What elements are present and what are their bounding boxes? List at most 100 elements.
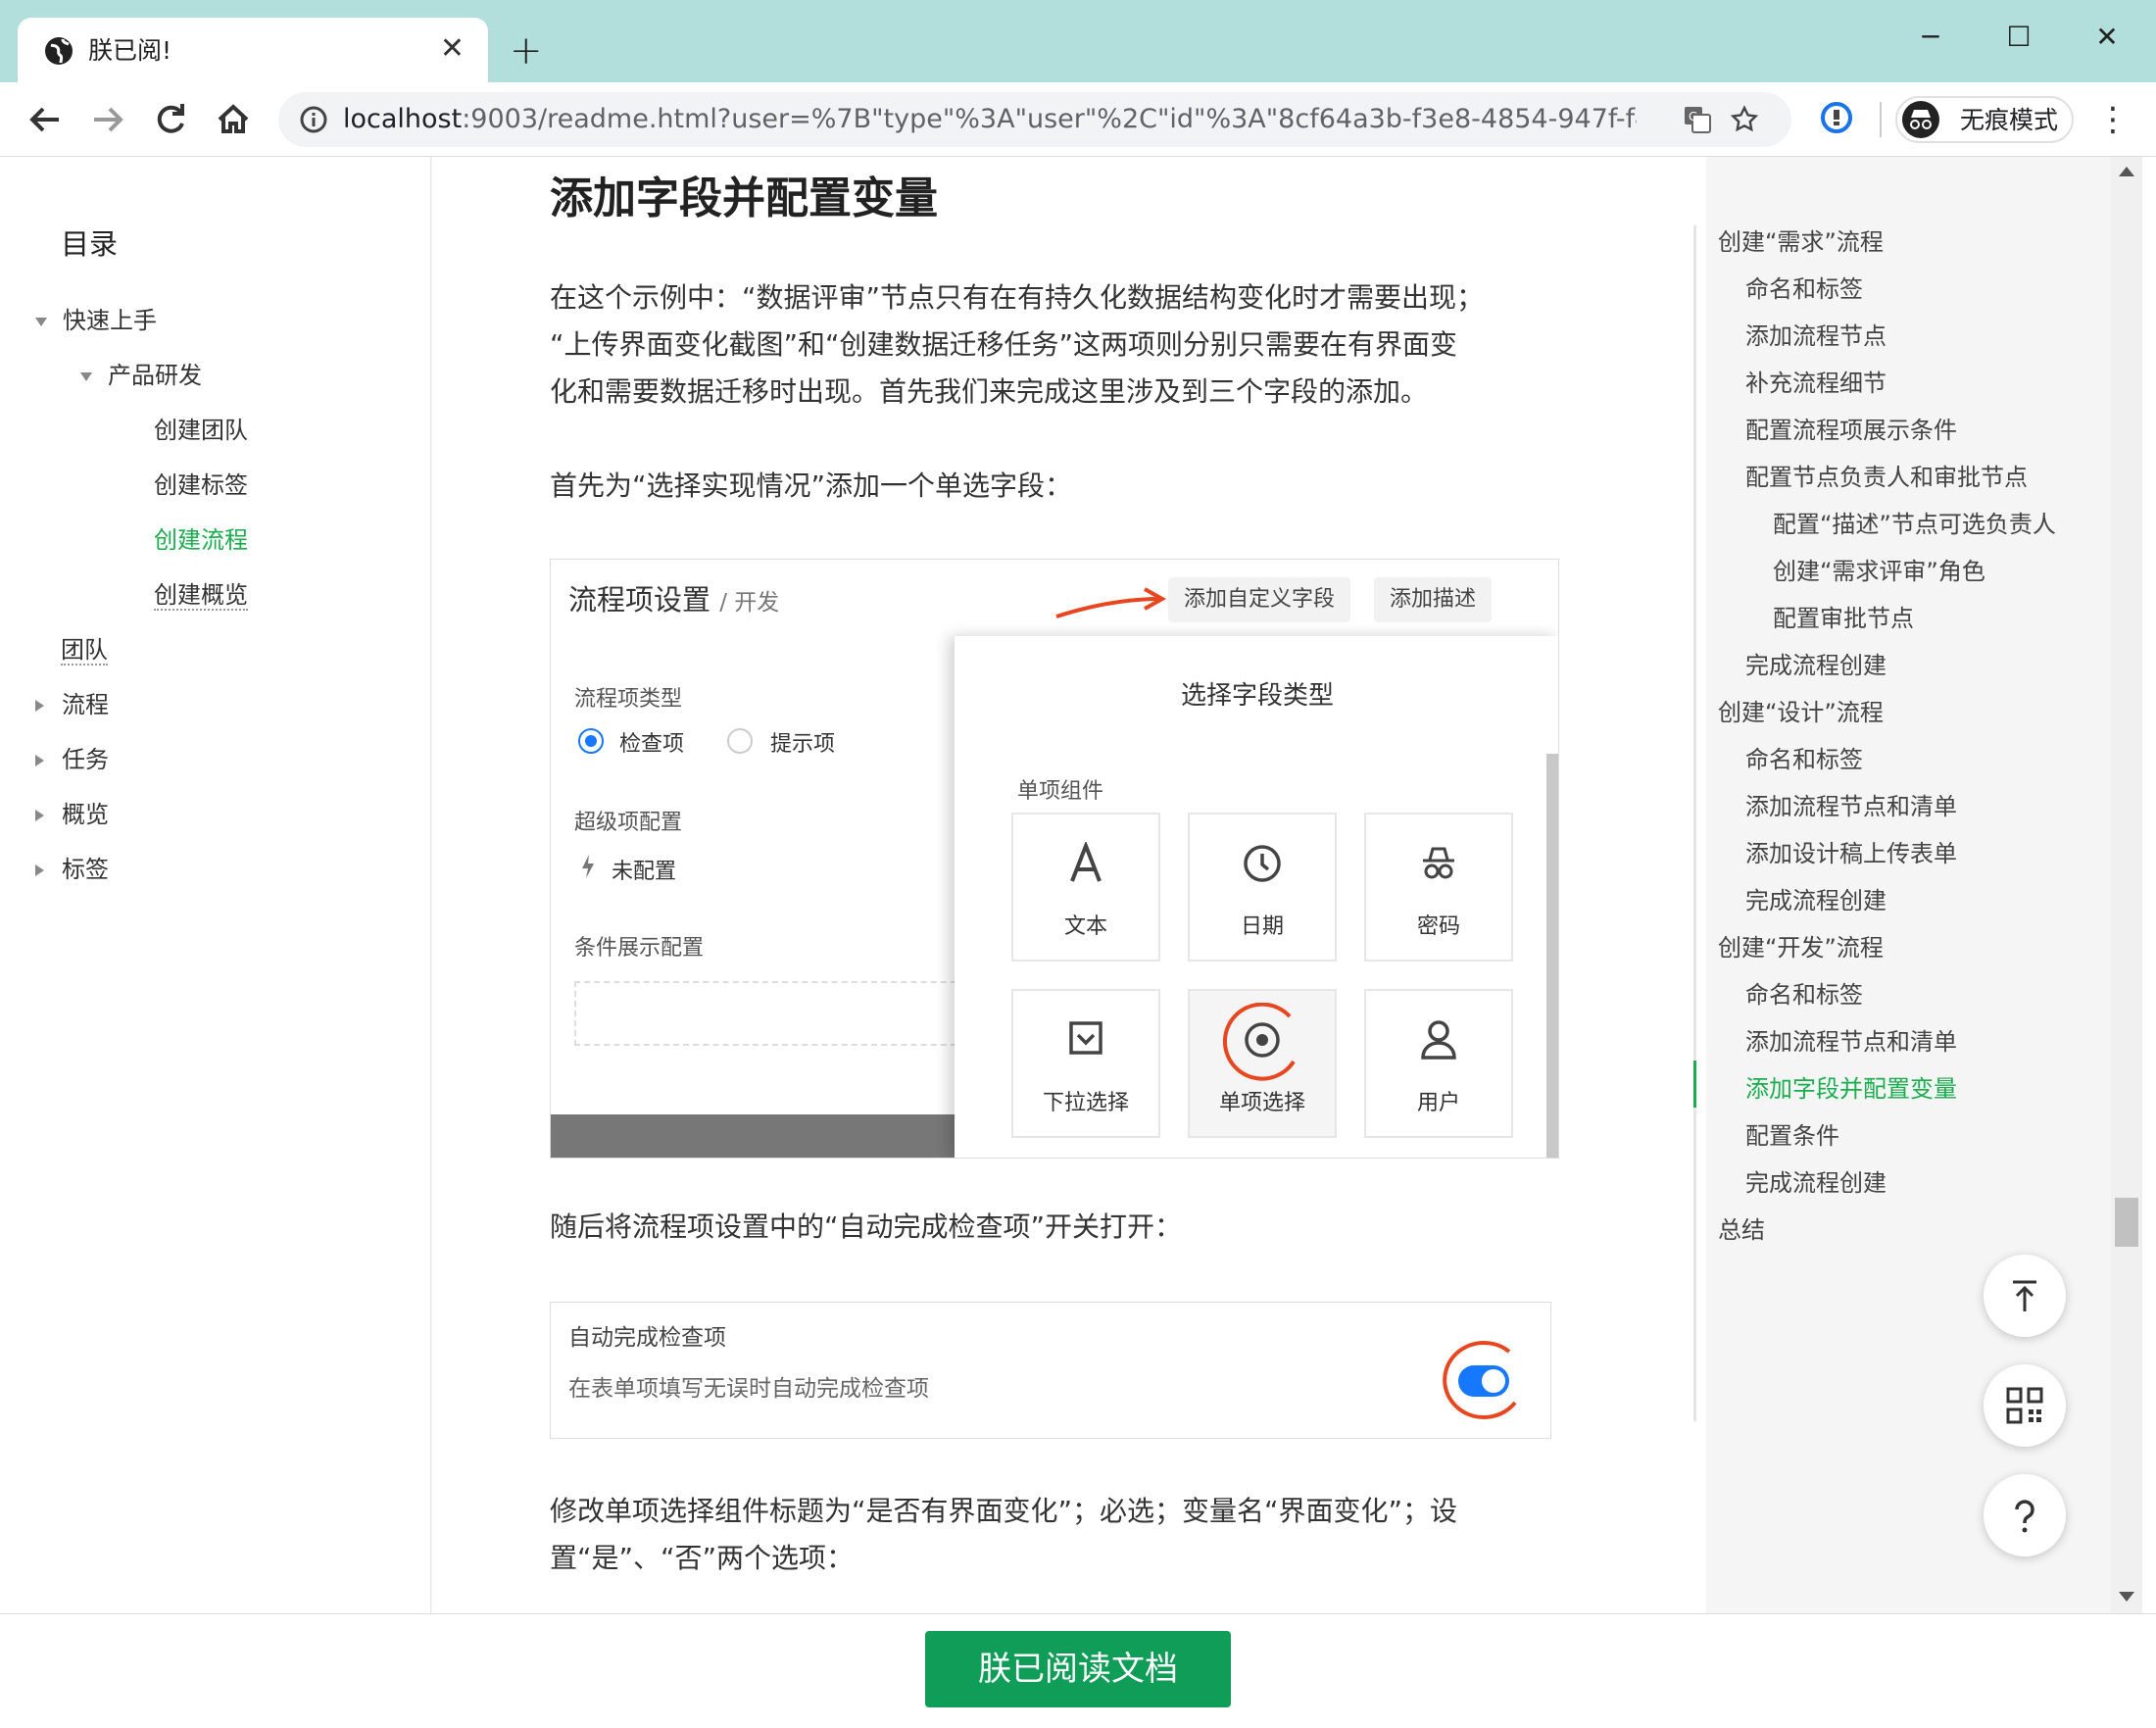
radio-tip-label: 提示项 xyxy=(770,732,836,757)
toc-item[interactable]: 创建“需求评审”角色 xyxy=(1773,555,1985,588)
close-tab-icon[interactable]: ✕ xyxy=(440,31,465,67)
tile-dropdown[interactable]: 下拉选择 xyxy=(1011,989,1160,1138)
auto-complete-screenshot: 自动完成检查项 在表单项填写无误时自动完成检查项 xyxy=(550,1302,1551,1439)
maximize-button[interactable]: ☐ xyxy=(1999,18,2038,57)
more-menu-button[interactable]: ⋮ xyxy=(2095,98,2131,141)
caret-right-icon xyxy=(35,864,44,876)
toc-item[interactable]: 补充流程细节 xyxy=(1745,367,1886,400)
radio-check-label: 检查项 xyxy=(619,732,685,757)
translate-icon[interactable]: G xyxy=(1682,104,1713,135)
sidebar-item-create-flow[interactable]: 创建流程 xyxy=(154,523,248,557)
toc-item[interactable]: 创建“需求”流程 xyxy=(1718,225,1884,259)
sidebar-item-overview[interactable]: 概览 xyxy=(35,798,109,831)
sidebar-item-flow[interactable]: 流程 xyxy=(35,688,109,721)
toc-item-active[interactable]: 添加字段并配置变量 xyxy=(1745,1072,1957,1106)
info-icon[interactable] xyxy=(298,104,329,135)
section-heading: 添加字段并配置变量 xyxy=(550,173,938,223)
annotation-circle xyxy=(1443,1341,1517,1419)
extension-icon[interactable] xyxy=(1817,98,1856,137)
close-window-button[interactable]: ✕ xyxy=(2087,18,2127,57)
toc-item[interactable]: 完成流程创建 xyxy=(1745,1166,1886,1200)
reload-button[interactable] xyxy=(147,96,194,143)
field-type-screenshot: 流程项设置 / 开发 添加自定义字段 添加描述 流程项类型 检查项 提示项 超级… xyxy=(550,559,1559,1159)
help-button[interactable] xyxy=(1984,1474,2066,1556)
toc-item[interactable]: 添加流程节点 xyxy=(1745,320,1886,353)
browser-tab[interactable]: 朕已阅! ✕ xyxy=(18,18,488,82)
tile-password[interactable]: 密码 xyxy=(1364,813,1513,962)
toc-item[interactable]: 命名和标签 xyxy=(1745,272,1863,306)
arrow-right-icon xyxy=(94,107,123,132)
home-button[interactable] xyxy=(210,96,257,143)
tile-user[interactable]: 用户 xyxy=(1364,989,1513,1138)
page-scrollbar-thumb[interactable] xyxy=(2115,1198,2138,1247)
back-to-top-button[interactable] xyxy=(1984,1255,2066,1337)
tile-single-choice[interactable]: 单项选择 xyxy=(1188,989,1337,1138)
back-button[interactable] xyxy=(22,96,69,143)
auto-complete-title: 自动完成检查项 xyxy=(568,1325,726,1351)
reload-icon xyxy=(157,104,184,133)
toc-item[interactable]: 配置条件 xyxy=(1745,1119,1839,1153)
toc-item[interactable]: 配置“描述”节点可选负责人 xyxy=(1773,508,2056,541)
svg-text:G: G xyxy=(1689,110,1697,123)
add-description-button[interactable]: 添加描述 xyxy=(1374,577,1493,622)
toc-item[interactable]: 命名和标签 xyxy=(1745,978,1863,1012)
add-custom-field-button[interactable]: 添加自定义字段 xyxy=(1168,577,1351,622)
sidebar-item-task[interactable]: 任务 xyxy=(35,743,109,776)
toc-item[interactable]: 添加流程节点和清单 xyxy=(1745,1025,1957,1059)
tab-title: 朕已阅! xyxy=(88,36,172,65)
toc-item[interactable]: 创建“设计”流程 xyxy=(1718,696,1884,729)
condition-dropzone[interactable] xyxy=(574,981,966,1046)
step2-paragraph: 随后将流程项设置中的“自动完成检查项”开关打开： xyxy=(550,1210,1183,1243)
super-config-label: 超级项配置 xyxy=(574,811,683,835)
popup-scrollbar[interactable] xyxy=(1546,754,1558,1158)
toc-item[interactable]: 配置节点负责人和审批节点 xyxy=(1745,461,2028,494)
step1-paragraph: 首先为“选择实现情况”添加一个单选字段： xyxy=(550,469,1073,502)
sidebar-item-create-overview[interactable]: 创建概览 xyxy=(154,578,248,612)
radio-check-item[interactable] xyxy=(578,728,604,754)
incognito-badge[interactable]: 无痕模式 xyxy=(1895,96,2074,143)
sidebar-item-create-team[interactable]: 创建团队 xyxy=(154,414,248,447)
scroll-down-arrow-icon[interactable] xyxy=(2119,1592,2134,1602)
read-confirm-button[interactable]: 朕已阅读文档 xyxy=(925,1631,1231,1707)
minimize-button[interactable]: ─ xyxy=(1911,18,1950,57)
sidebar-item-create-tag[interactable]: 创建标签 xyxy=(154,469,248,502)
sidebar-title: 目录 xyxy=(61,227,119,261)
address-bar[interactable]: localhost:9003/readme.html?user=%7B"type… xyxy=(278,92,1791,147)
forward-button[interactable] xyxy=(84,96,131,143)
toc-item[interactable]: 命名和标签 xyxy=(1745,743,1863,776)
dropdown-icon xyxy=(1069,1021,1102,1055)
tile-date[interactable]: 日期 xyxy=(1188,813,1337,962)
toc-item[interactable]: 完成流程创建 xyxy=(1745,649,1886,682)
new-tab-button[interactable]: + xyxy=(510,29,543,73)
sidebar-item-tag[interactable]: 标签 xyxy=(35,853,109,886)
incognito-icon xyxy=(1902,101,1939,138)
sidebar-item-quickstart[interactable]: 快速上手 xyxy=(35,304,157,337)
toc-item[interactable]: 添加流程节点和清单 xyxy=(1745,790,1957,823)
toc-item[interactable]: 配置流程项展示条件 xyxy=(1745,414,1957,447)
doc-content: 添加字段并配置变量 在这个示例中：“数据评审”节点只有在有持久化数据结构变化时才… xyxy=(432,157,1706,1613)
sidebar-item-team[interactable]: 团队 xyxy=(61,633,108,667)
toc-item[interactable]: 配置审批节点 xyxy=(1773,602,1914,635)
home-icon xyxy=(218,104,249,133)
fig-title: 流程项设置 / 开发 xyxy=(568,583,780,617)
toc-item[interactable]: 添加设计稿上传表单 xyxy=(1745,837,1957,870)
toc-item[interactable]: 完成流程创建 xyxy=(1745,884,1886,917)
star-icon[interactable] xyxy=(1729,104,1760,135)
caret-down-icon xyxy=(35,317,47,326)
radio-tip-item[interactable] xyxy=(727,728,753,754)
toc-item[interactable]: 创建“开发”流程 xyxy=(1718,931,1884,964)
question-icon xyxy=(2015,1500,2034,1533)
toolbar-divider xyxy=(1880,102,1882,137)
incognito-label: 无痕模式 xyxy=(1960,106,2059,134)
toc-item[interactable]: 总结 xyxy=(1718,1213,1765,1247)
sidebar-item-product-dev[interactable]: 产品研发 xyxy=(80,359,202,392)
url-text[interactable]: localhost:9003/readme.html?user=%7B"type… xyxy=(343,102,1637,137)
page-scrollbar[interactable] xyxy=(2111,157,2142,1613)
user-icon xyxy=(1421,1020,1456,1060)
qr-code-icon xyxy=(2006,1387,2043,1424)
scroll-up-arrow-icon[interactable] xyxy=(2119,167,2134,176)
browser-toolbar: localhost:9003/readme.html?user=%7B"type… xyxy=(0,82,2156,157)
tile-text[interactable]: 文本 xyxy=(1011,813,1160,962)
sidebar: 目录 快速上手 产品研发 创建团队 创建标签 创建流程 创建概览 团队 流程 任… xyxy=(14,157,431,1613)
qr-code-button[interactable] xyxy=(1984,1364,2066,1447)
